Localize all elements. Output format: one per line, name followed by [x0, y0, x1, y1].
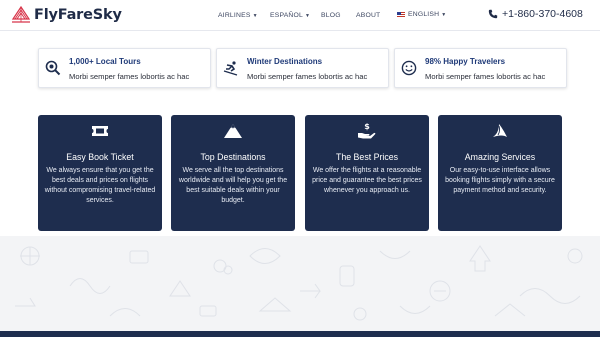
phone-icon: [488, 9, 498, 19]
plane-logo-icon: [11, 5, 31, 23]
service-card-top-destinations: Top Destinations We serve all the top de…: [171, 115, 295, 231]
logo[interactable]: FlyFareSky: [11, 5, 122, 25]
dollar-hand-icon: $: [358, 122, 376, 139]
travel-doodle-pattern: [15, 245, 583, 321]
service-card-best-prices: $ The Best Prices We offer the flights a…: [305, 115, 429, 231]
feature-title: 1,000+ Local Tours: [69, 57, 141, 66]
service-card-amazing-services: Amazing Services Our easy-to-use interfa…: [438, 115, 562, 231]
feature-title: 98% Happy Travelers: [425, 57, 506, 66]
card-title: Top Destinations: [200, 152, 266, 162]
nav-about-label: ABOUT: [356, 12, 381, 19]
card-text: We serve all the top destinations worldw…: [178, 167, 288, 204]
skier-icon: [223, 61, 238, 76]
phone-link[interactable]: +1-860-370-4608: [488, 8, 583, 20]
card-text: Our easy-to-use interface allows booking…: [445, 167, 555, 194]
chevron-down-icon: ▼: [305, 12, 311, 19]
nav-airlines[interactable]: AIRLINES ▼: [218, 12, 258, 19]
fin-icon: [493, 124, 507, 137]
smiley-icon: [401, 60, 417, 76]
feature-winter-destinations: Winter Destinations Morbi semper fames l…: [216, 48, 389, 88]
decorative-pattern-band: [0, 236, 600, 331]
chevron-down-icon: ▼: [441, 11, 447, 18]
card-title: Amazing Services: [464, 152, 536, 162]
feature-local-tours: 1,000+ Local Tours Morbi semper fames lo…: [38, 48, 211, 88]
site-header: FlyFareSky AIRLINES ▼ ESPAÑOL ▼ BLOG ABO…: [0, 0, 600, 31]
service-card-easy-book: Easy Book Ticket We always ensure that y…: [38, 115, 162, 231]
nav-blog-label: BLOG: [321, 12, 341, 19]
nav-espanol[interactable]: ESPAÑOL ▼: [270, 12, 310, 19]
phone-number: +1-860-370-4608: [502, 8, 583, 20]
feature-text: Morbi semper fames lobortis ac hac: [247, 72, 368, 81]
card-title: Easy Book Ticket: [66, 152, 134, 162]
card-title: The Best Prices: [335, 152, 399, 162]
ticket-icon: [92, 126, 108, 136]
feature-happy-travelers: 98% Happy Travelers Morbi semper fames l…: [394, 48, 567, 88]
card-text: We offer the flights at a reasonable pri…: [312, 167, 422, 194]
nav-espanol-label: ESPAÑOL: [270, 12, 304, 19]
card-text: We always ensure that you get the best d…: [44, 167, 156, 204]
nav-airlines-label: AIRLINES: [218, 12, 251, 19]
feature-title: Winter Destinations: [247, 57, 323, 66]
search-icon: [45, 60, 61, 76]
footer-bar: [0, 331, 600, 337]
nav-about[interactable]: ABOUT: [356, 12, 380, 19]
feature-text: Morbi semper fames lobortis ac hac: [69, 72, 190, 81]
language-label: ENGLISH: [408, 11, 440, 18]
feature-text: Morbi semper fames lobortis ac hac: [425, 72, 546, 81]
mountain-icon: [224, 124, 242, 138]
logo-text: FlyFareSky: [34, 7, 122, 23]
us-flag-icon: [397, 11, 405, 18]
svg-text:$: $: [364, 122, 370, 131]
nav-blog[interactable]: BLOG: [321, 12, 341, 19]
chevron-down-icon: ▼: [252, 12, 258, 19]
language-selector[interactable]: ENGLISH ▼: [397, 11, 446, 18]
